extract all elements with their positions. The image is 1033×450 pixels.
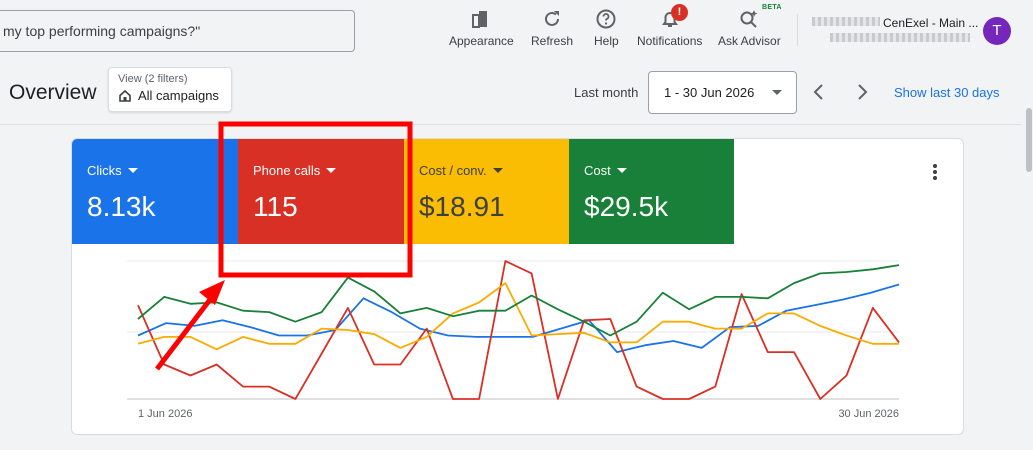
previous-period-icon[interactable]	[808, 81, 830, 103]
performance-line-chart: 1 Jun 2026 30 Jun 2026	[127, 260, 900, 420]
appearance-button[interactable]: Appearance	[449, 8, 514, 48]
avatar[interactable]: T	[983, 17, 1011, 45]
performance-card: Clicks 8.13k Phone calls 115 Cost / conv…	[71, 138, 964, 435]
filter-main: All campaigns	[118, 88, 231, 103]
account-name[interactable]: CenExel - Main ...	[883, 16, 978, 30]
x-axis-start-label: 1 Jun 2026	[138, 408, 192, 420]
ask-advisor-button[interactable]: BETA Ask Advisor	[718, 4, 781, 48]
dropdown-arrow-icon	[772, 90, 782, 95]
home-icon	[119, 89, 131, 102]
header-divider	[0, 124, 1022, 125]
notifications-label: Notifications	[637, 34, 703, 48]
refresh-icon	[545, 11, 560, 26]
search-input[interactable]: my top performing campaigns?"	[0, 10, 355, 52]
advisor-sparkle-icon	[740, 10, 758, 28]
ask-advisor-label: Ask Advisor	[718, 34, 781, 48]
date-range-dropdown[interactable]: 1 - 30 Jun 2026	[648, 71, 797, 114]
appearance-label: Appearance	[449, 34, 514, 48]
redacted-account-detail	[830, 33, 970, 42]
next-period-icon[interactable]	[851, 81, 873, 103]
top-bar: my top performing campaigns?" Appearance…	[0, 0, 1033, 64]
notifications-button[interactable]: ! Notifications	[637, 4, 703, 48]
x-axis-end-label: 30 Jun 2026	[838, 408, 899, 420]
redacted-account-id	[812, 17, 880, 26]
notification-badge: !	[671, 4, 688, 21]
date-range-value: 1 - 30 Jun 2026	[664, 85, 755, 100]
page-title: Overview	[9, 81, 97, 104]
toolbar-divider	[797, 14, 798, 46]
series-line-cost	[137, 264, 900, 337]
series-line-clicks	[137, 283, 900, 354]
series-line-cost-conv-	[137, 282, 899, 351]
appearance-icon	[472, 11, 488, 28]
show-last-30-days-link[interactable]: Show last 30 days	[894, 85, 1000, 100]
filter-count-label: View (2 filters)	[118, 73, 188, 85]
beta-tag: BETA	[762, 4, 782, 11]
refresh-button[interactable]: Refresh	[531, 8, 573, 48]
help-icon	[596, 9, 616, 29]
series-line-phone-calls	[137, 260, 900, 400]
filter-main-label: All campaigns	[138, 88, 219, 103]
refresh-label: Refresh	[531, 34, 574, 48]
help-label: Help	[594, 34, 619, 48]
scrollbar-thumb[interactable]	[1026, 108, 1032, 172]
view-filter-button[interactable]: View (2 filters) All campaigns	[108, 67, 232, 112]
date-range-label: Last month	[574, 85, 639, 100]
help-button[interactable]: Help	[594, 8, 619, 48]
